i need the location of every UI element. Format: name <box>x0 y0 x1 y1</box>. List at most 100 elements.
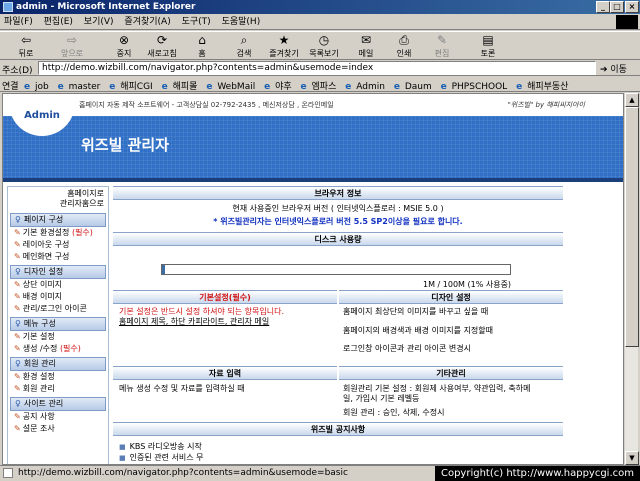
print-button[interactable]: ⎙ 인쇄 <box>384 33 424 60</box>
menu-help[interactable]: 도움말(H) <box>218 14 265 30</box>
page-icon <box>3 468 13 478</box>
status-url: http://demo.wizbill.com/navigator.php?co… <box>18 468 348 478</box>
menu-favorites[interactable]: 즐겨찾기(A) <box>120 14 174 30</box>
link-job[interactable]: job <box>24 82 49 92</box>
history-button[interactable]: ◷ 목록보기 <box>304 33 344 60</box>
sidebar-section-site[interactable]: 사이트 관리 <box>10 397 106 411</box>
sidebar-item-top-image[interactable]: 상단 이미지 <box>8 279 108 291</box>
maximize-button[interactable]: □ <box>610 1 624 13</box>
copyright-text: Copyright(c) http://www.happycgi.com <box>434 466 640 481</box>
discuss-button[interactable]: ▤ 토론 <box>468 33 508 60</box>
sidebar-item-menu-basic[interactable]: 기본 설정 <box>8 331 108 343</box>
banner: 위즈빌 관리자 <box>3 116 623 178</box>
sidebar-item-layout[interactable]: 레이아웃 구성 <box>8 239 108 251</box>
address-input[interactable]: http://demo.wizbill.com/navigator.php?co… <box>38 61 596 75</box>
menu-tools[interactable]: 도구(T) <box>178 14 215 30</box>
browser-info-header: 브라우저 정보 <box>113 186 563 200</box>
go-button[interactable]: ➔ 이동 <box>600 62 627 75</box>
home-button[interactable]: ⌂ 홈 <box>182 33 222 60</box>
status-bar: http://demo.wizbill.com/navigator.php?co… <box>0 465 640 481</box>
minimize-button[interactable]: _ <box>596 1 610 13</box>
back-button[interactable]: ⇦ 뒤로 <box>6 33 46 60</box>
favorites-button[interactable]: ★ 즐겨찾기 <box>264 33 304 60</box>
sidebar-item-login-icons[interactable]: 관리/로그인 아이콘 <box>8 303 108 315</box>
sidebar-item-basic-settings[interactable]: 기본 환경설정 (필수) <box>8 227 108 239</box>
sidebar-item-main-screen[interactable]: 메인화면 구성 <box>8 251 108 263</box>
link-daum[interactable]: Daum <box>394 82 432 92</box>
header-info: 홈페이지 자동 제작 소프트웨어 - 고객상담실 02-792-2435 , 메… <box>79 101 334 109</box>
windows-logo-icon <box>616 15 638 29</box>
sidebar-item-create-edit[interactable]: 생성 /수정 (필수) <box>8 343 108 355</box>
notice-item[interactable]: 인증된 관련 서비스 무 <box>119 453 204 463</box>
basic-desc-2[interactable]: 홈페이지 제목, 하단 카피라이트, 관리자 메일 <box>119 317 269 327</box>
menu-view[interactable]: 보기(V) <box>80 14 118 30</box>
edit-button[interactable]: ✎ 편집 <box>422 33 462 60</box>
edit-icon: ✎ <box>436 33 448 47</box>
design-desc-1: 홈페이지 최상단의 이미지를 바꾸고 싶을 때 <box>343 307 489 316</box>
window-titlebar: admin - Microsoft Internet Explorer _ □ … <box>0 0 640 14</box>
refresh-button[interactable]: ⟳ 새로고침 <box>142 33 182 60</box>
search-button[interactable]: ⌕ 검색 <box>224 33 264 60</box>
home-link[interactable]: 홈페이지로 <box>12 189 104 199</box>
stop-button[interactable]: ⊗ 중지 <box>104 33 144 60</box>
scroll-thumb[interactable] <box>625 107 639 347</box>
design-desc-3: 로그인창 아이콘과 관리 아이콘 변경시 <box>343 344 471 353</box>
page-viewport: 홈페이지 자동 제작 소프트웨어 - 고객상담실 02-792-2435 , 메… <box>2 93 624 465</box>
sidebar-item-bg-image[interactable]: 배경 이미지 <box>8 291 108 303</box>
misc-desc-2: 일, 가입시 기본 레벨등 <box>343 394 420 403</box>
link-happymall[interactable]: 해피몰 <box>162 79 198 92</box>
scroll-down-button[interactable]: ▼ <box>625 451 639 465</box>
mail-icon: ✉ <box>360 33 372 47</box>
sidebar-item-member-manage[interactable]: 회원 관리 <box>8 383 108 395</box>
forward-button[interactable]: ⇨ 앞으로 <box>52 33 92 60</box>
sidebar-section-design[interactable]: 디자인 설정 <box>10 265 106 279</box>
back-arrow-icon: ⇦ <box>20 33 32 47</box>
printer-icon: ⎙ <box>399 33 409 47</box>
address-label: 주소(D) <box>2 66 33 76</box>
link-happycgi[interactable]: 해피CGI <box>109 79 152 92</box>
stop-icon: ⊗ <box>118 33 130 47</box>
links-label: 연결 <box>2 82 19 92</box>
close-button[interactable]: × <box>625 1 639 13</box>
link-admin[interactable]: Admin <box>345 82 385 92</box>
link-yahoo[interactable]: 야후 <box>264 79 292 92</box>
sidebar-section-page[interactable]: 페이지 구성 <box>10 213 106 227</box>
sidebar-item-survey[interactable]: 설문 조사 <box>8 423 108 435</box>
link-webmail[interactable]: WebMail <box>206 82 255 92</box>
scroll-up-button[interactable]: ▲ <box>625 93 639 107</box>
link-phpschool[interactable]: PHPSCHOOL <box>441 82 508 92</box>
main-content: 브라우저 정보 현재 사용중인 브라우저 버전 ( 인터넷익스플로러 : MSI… <box>113 186 563 464</box>
link-master[interactable]: master <box>58 82 101 92</box>
disk-usage-bar <box>161 264 511 275</box>
design-settings-header: 디자인 설정 <box>339 290 563 304</box>
vertical-scrollbar[interactable]: ▲ ▼ <box>624 93 639 465</box>
design-desc-2: 홈페이지의 배경색과 배경 이미지를 지정할때 <box>343 326 494 335</box>
window-title: admin - Microsoft Internet Explorer <box>16 2 196 12</box>
link-happy-realestate[interactable]: 해피부동산 <box>516 79 568 92</box>
refresh-icon: ⟳ <box>156 33 168 47</box>
sidebar-item-notices[interactable]: 공지 사항 <box>8 411 108 423</box>
link-empas[interactable]: 엠파스 <box>301 79 337 92</box>
forward-arrow-icon: ⇨ <box>66 33 78 47</box>
links-list: job master 해피CGI 해피몰 WebMail 야후 엠파스 Admi… <box>24 79 574 92</box>
mail-button[interactable]: ✉ 메일 <box>346 33 386 60</box>
banner-divider <box>3 178 623 182</box>
basic-settings-header: 기본설정(필수) <box>113 290 337 304</box>
browser-notice: * 위즈빌관리자는 인터넷익스플로러 버전 5.5 SP2이상을 필요로 합니다… <box>213 217 463 226</box>
sidebar-item-member-settings[interactable]: 환경 설정 <box>8 371 108 383</box>
misc-header: 기타관리 <box>339 366 563 380</box>
browser-version: 현재 사용중인 브라우저 버전 ( 인터넷익스플로러 : MSIE 5.0 ) <box>232 204 444 213</box>
menu-file[interactable]: 파일(F) <box>0 14 37 30</box>
misc-desc-3: 회원 관리 : 승인, 삭제, 수정시 <box>343 408 445 417</box>
admin-home-link[interactable]: 관리자홈으로 <box>12 199 104 209</box>
menu-edit[interactable]: 편집(E) <box>40 14 77 30</box>
disk-usage-text: 1M / 100M (1% 사용중) <box>423 280 512 289</box>
sidebar-home-links: 홈페이지로 관리자홈으로 <box>8 187 108 211</box>
sidebar: 홈페이지로 관리자홈으로 페이지 구성 기본 환경설정 (필수) 레이아웃 구성… <box>7 186 109 464</box>
page-header: 홈페이지 자동 제작 소프트웨어 - 고객상담실 02-792-2435 , 메… <box>3 94 623 116</box>
sidebar-section-members[interactable]: 회원 관리 <box>10 357 106 371</box>
sidebar-section-menu[interactable]: 메뉴 구성 <box>10 317 106 331</box>
notice-item[interactable]: KBS 라디오방송 시작 <box>119 442 202 452</box>
history-icon: ◷ <box>318 33 330 47</box>
notice-header: 위즈빌 공지사항 <box>113 422 563 436</box>
